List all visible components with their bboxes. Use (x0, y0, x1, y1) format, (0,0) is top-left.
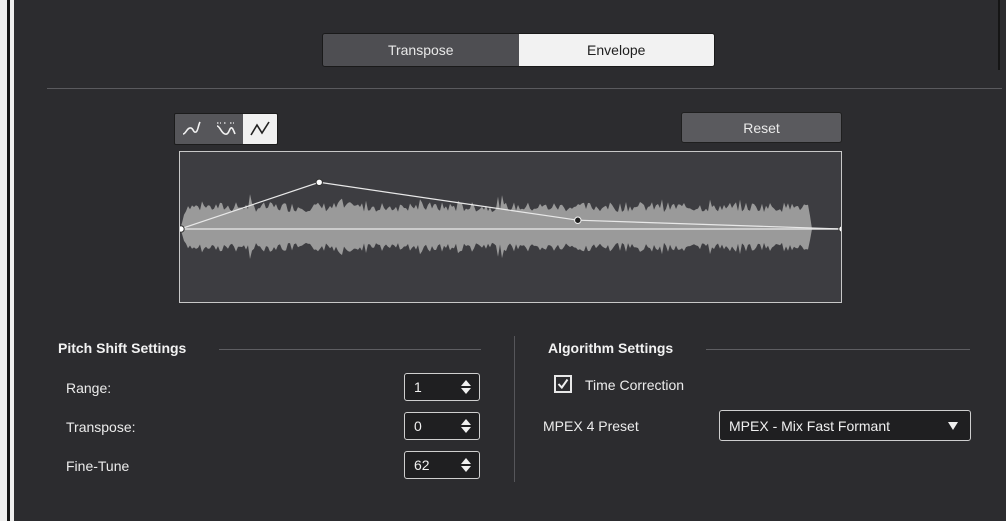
up-down-arrows-icon[interactable] (461, 419, 471, 433)
tab-envelope[interactable]: Envelope (518, 34, 714, 66)
range-value: 1 (414, 379, 422, 395)
mode-tabs: Transpose Envelope (322, 33, 715, 67)
time-correction-label: Time Correction (585, 377, 685, 393)
envelope-editor[interactable] (179, 151, 842, 303)
envelope-point[interactable] (574, 216, 582, 224)
smooth-curve-button[interactable] (175, 114, 209, 144)
mpex-preset-value: MPEX - Mix Fast Formant (729, 417, 891, 434)
fine-tune-stepper[interactable]: 62 (404, 451, 480, 479)
envelope-point[interactable] (315, 178, 323, 186)
window-right-edge (998, 0, 1000, 70)
linear-curve-button[interactable] (243, 114, 277, 144)
settings-divider (514, 336, 515, 482)
spline-curve-button[interactable] (209, 114, 243, 144)
time-correction-checkbox[interactable] (554, 375, 572, 393)
mpex-preset-select[interactable]: MPEX - Mix Fast Formant (719, 410, 971, 441)
envelope-point[interactable] (838, 225, 842, 233)
range-stepper[interactable]: 1 (404, 373, 480, 401)
checkmark-icon (557, 378, 569, 390)
up-down-arrows-icon[interactable] (461, 380, 471, 394)
up-down-arrows-icon[interactable] (461, 458, 471, 472)
smooth-curve-icon (182, 121, 201, 135)
tab-transpose[interactable]: Transpose (323, 34, 519, 66)
window-left-border (0, 0, 14, 521)
audio-waveform (180, 194, 812, 259)
envelope-graph[interactable] (180, 152, 842, 303)
pitch-shift-panel: Transpose Envelope Reset Pitch Shift Set… (14, 0, 1006, 521)
algorithm-title-line (706, 349, 970, 350)
reset-button[interactable]: Reset (681, 112, 842, 143)
pitch-shift-title-line (219, 349, 481, 350)
linear-curve-icon (250, 121, 270, 136)
range-label: Range: (66, 380, 112, 396)
pitch-shift-settings-title: Pitch Shift Settings (58, 340, 187, 356)
transpose-value: 0 (414, 418, 422, 434)
algorithm-settings-title: Algorithm Settings (548, 340, 674, 356)
dropdown-arrow-icon (948, 421, 958, 430)
mpex-preset-label: MPEX 4 Preset (543, 418, 639, 434)
envelope-point[interactable] (180, 225, 185, 233)
fine-tune-label: Fine-Tune (66, 458, 130, 474)
transpose-label: Transpose: (66, 419, 136, 435)
curve-mode-buttons (174, 113, 278, 145)
fine-tune-value: 62 (414, 457, 430, 473)
transpose-stepper[interactable]: 0 (404, 412, 480, 440)
spline-curve-icon (216, 122, 236, 135)
header-divider (47, 88, 1002, 89)
